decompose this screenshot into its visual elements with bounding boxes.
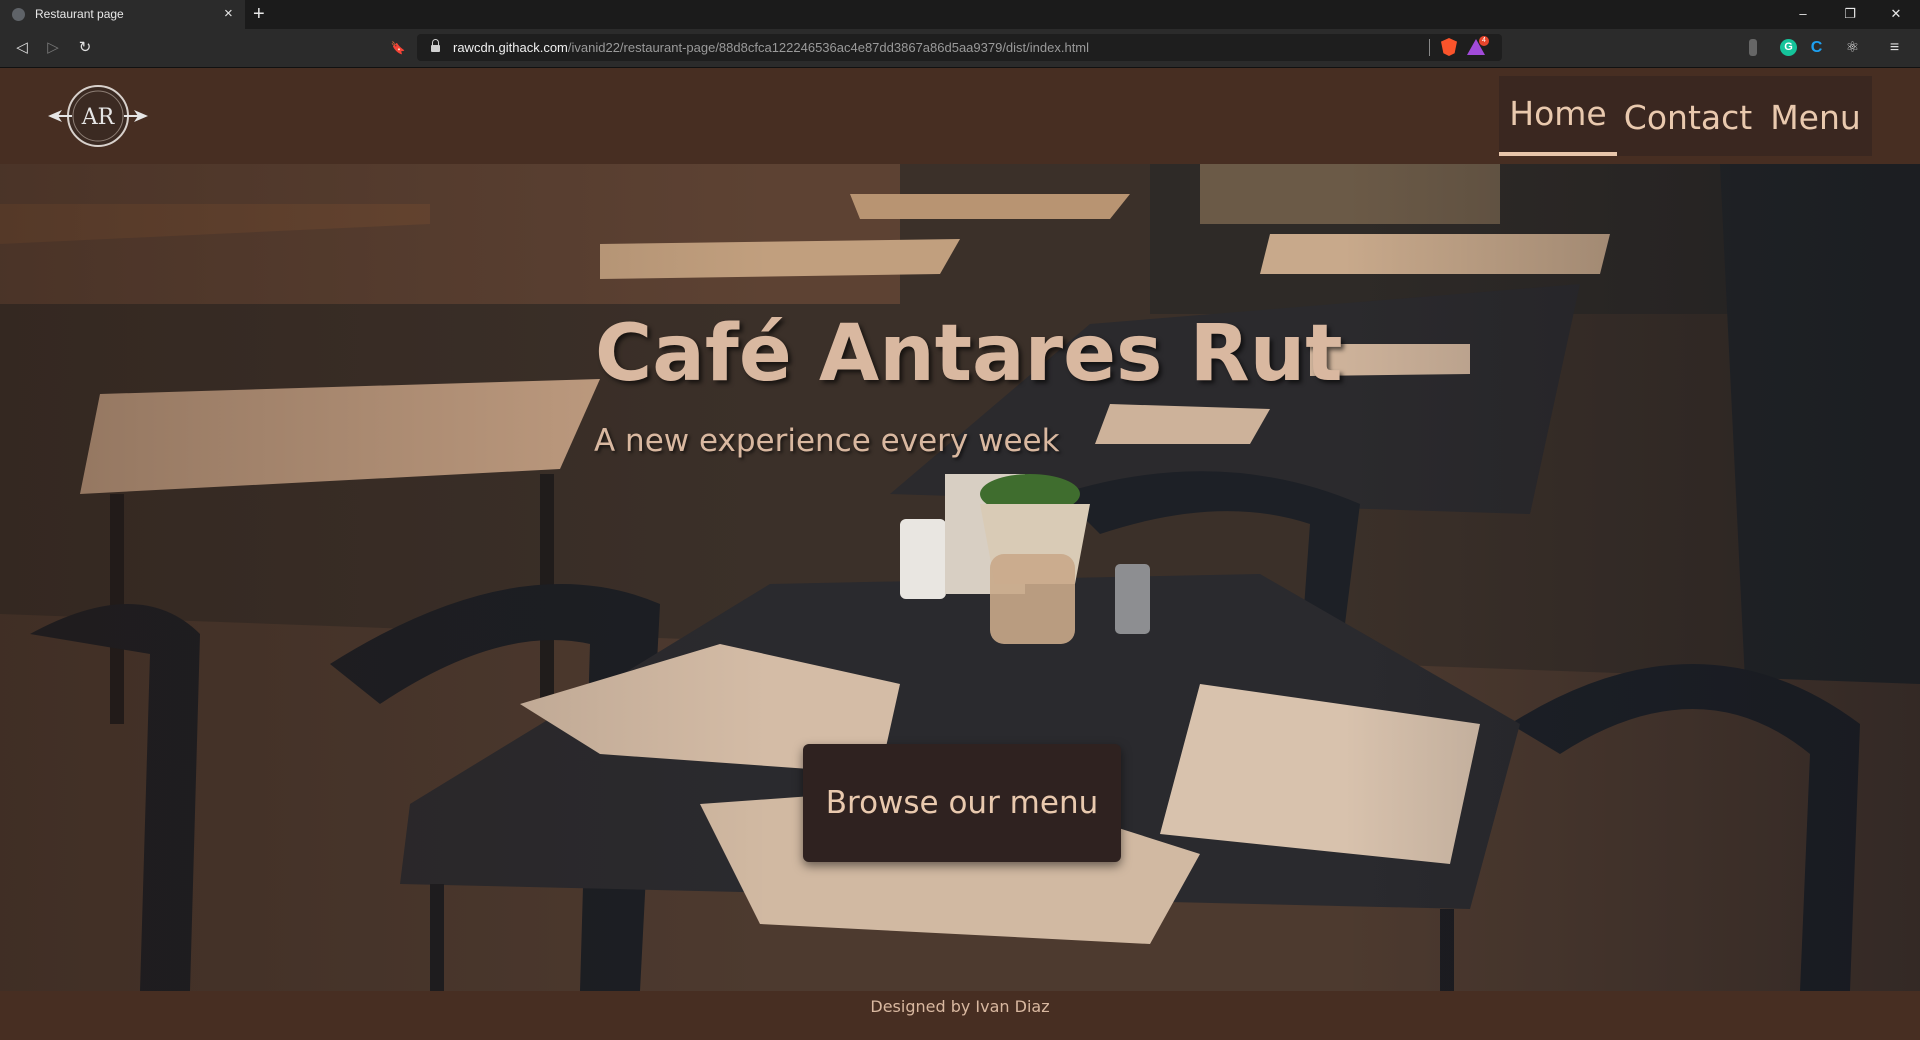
site-header: AR Home Contact Menu bbox=[0, 68, 1920, 164]
reload-icon[interactable]: ↻ bbox=[74, 37, 96, 59]
logo-initials: AR bbox=[81, 105, 116, 130]
close-tab-icon[interactable]: × bbox=[224, 5, 233, 23]
browse-menu-button[interactable]: Browse our menu bbox=[803, 744, 1121, 862]
browser-menu-icon[interactable]: ≡ bbox=[1886, 39, 1903, 56]
globe-icon bbox=[12, 8, 25, 21]
close-window-button[interactable]: ✕ bbox=[1886, 5, 1906, 23]
restore-button[interactable]: ❐ bbox=[1840, 5, 1860, 23]
minimize-button[interactable]: – bbox=[1793, 5, 1813, 23]
nav-contact[interactable]: Contact bbox=[1617, 76, 1759, 156]
hero-shade bbox=[0, 164, 1920, 991]
back-icon[interactable]: ◁ bbox=[11, 37, 33, 59]
site-footer: Designed by Ivan Diaz bbox=[0, 991, 1920, 1040]
bookmark-icon[interactable]: 🔖 bbox=[387, 37, 409, 59]
nav-home[interactable]: Home bbox=[1499, 76, 1617, 156]
footer-credit: Designed by Ivan Diaz bbox=[870, 997, 1050, 1016]
hero-title: Café Antares Rut bbox=[595, 309, 1343, 399]
brave-shields-icon[interactable] bbox=[1441, 38, 1457, 56]
hero-subtitle: A new experience every week bbox=[594, 423, 1060, 459]
address-bar[interactable]: rawcdn.githack.com/ivanid22/restaurant-p… bbox=[417, 34, 1502, 61]
hero-section: Café Antares Rut A new experience every … bbox=[0, 164, 1920, 991]
browser-toolbar: ◁ ▷ ↻ 🔖 rawcdn.githack.com/ivanid22/rest… bbox=[0, 29, 1920, 68]
address-bar-divider bbox=[1429, 39, 1430, 56]
browser-tab[interactable]: Restaurant page × bbox=[0, 0, 245, 29]
new-tab-button[interactable]: + bbox=[253, 3, 265, 25]
forward-icon[interactable]: ▷ bbox=[42, 37, 64, 59]
grammarly-icon[interactable]: G bbox=[1780, 39, 1797, 56]
cafe-logo[interactable]: AR bbox=[48, 84, 148, 148]
react-devtools-icon[interactable]: ⚛ bbox=[1844, 39, 1861, 56]
extension-c-icon[interactable]: C bbox=[1808, 39, 1825, 56]
rewards-badge: 4 bbox=[1479, 36, 1489, 46]
main-nav: Home Contact Menu bbox=[1499, 76, 1872, 156]
extension-icon[interactable] bbox=[1749, 39, 1757, 56]
url-host: rawcdn.githack.com bbox=[453, 40, 568, 55]
url-path: /ivanid22/restaurant-page/88d8cfca122246… bbox=[567, 40, 1090, 55]
nav-menu[interactable]: Menu bbox=[1759, 76, 1872, 156]
url-text: rawcdn.githack.com/ivanid22/restaurant-p… bbox=[453, 40, 1089, 55]
lock-icon bbox=[431, 39, 440, 52]
tab-title: Restaurant page bbox=[35, 7, 124, 21]
web-page: AR Home Contact Menu Café Antares Rut A … bbox=[0, 68, 1920, 1040]
browser-tab-strip: Restaurant page × + – ❐ ✕ bbox=[0, 0, 1920, 29]
